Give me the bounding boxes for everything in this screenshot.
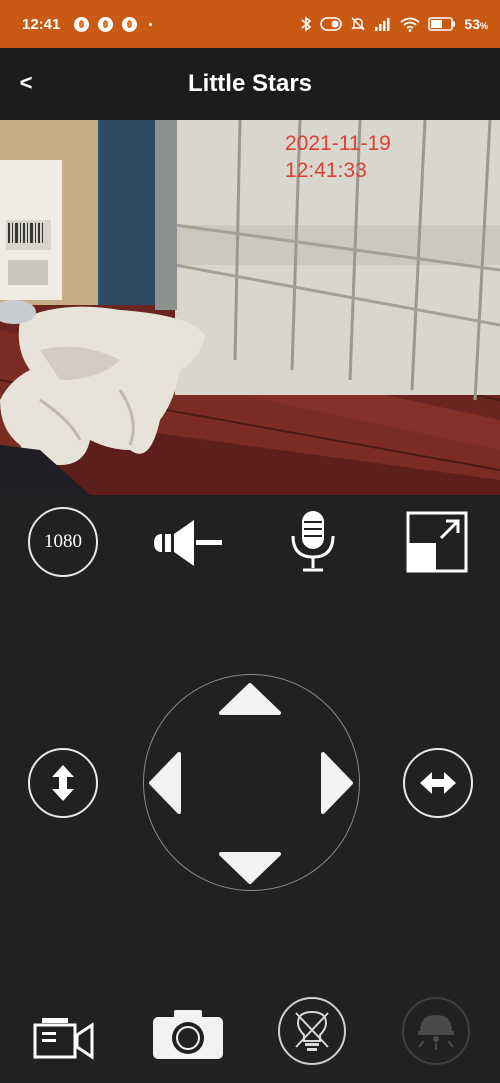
horizontal-flip-icon xyxy=(420,772,456,794)
battery-icon xyxy=(428,17,456,31)
back-button[interactable]: < xyxy=(14,70,38,96)
vertical-flip-icon xyxy=(52,765,74,801)
flame-notification-icon xyxy=(98,16,114,32)
system-icons: 53% xyxy=(300,16,488,32)
more-notifications-dot xyxy=(149,22,153,26)
toggle-icon xyxy=(320,17,343,31)
horizontal-flip-button[interactable] xyxy=(403,748,473,818)
record-video-button[interactable] xyxy=(33,1015,95,1061)
light-off-button[interactable] xyxy=(278,997,346,1065)
timestamp-time: 12:41:33 xyxy=(285,159,367,182)
flame-notification-icon xyxy=(74,16,90,32)
speaker-icon xyxy=(154,520,222,566)
timestamp-date: 2021-11-19 xyxy=(285,132,391,155)
speaker-button[interactable] xyxy=(150,518,226,568)
night-light-icon xyxy=(418,1015,454,1050)
vertical-flip-button[interactable] xyxy=(28,748,98,818)
fullscreen-button[interactable] xyxy=(406,511,468,573)
arrow-right-icon[interactable] xyxy=(321,752,353,814)
bluetooth-icon xyxy=(301,16,312,32)
resolution-label: 1080 xyxy=(44,531,82,552)
arrow-up-icon[interactable] xyxy=(219,683,281,715)
record-video-icon xyxy=(33,1018,94,1060)
battery-percent: 53% xyxy=(464,16,488,32)
light-off-icon xyxy=(295,1010,329,1051)
signal-icon xyxy=(375,18,390,31)
fullscreen-icon xyxy=(406,511,468,573)
night-light-button[interactable] xyxy=(402,997,470,1065)
microphone-button[interactable] xyxy=(288,510,338,574)
status-bar: 12:41 53% xyxy=(0,0,500,48)
title-bar: < Little Stars xyxy=(0,48,500,120)
wifi-icon xyxy=(400,17,420,32)
notification-icons xyxy=(74,16,138,32)
page-title: Little Stars xyxy=(187,70,313,97)
arrow-down-icon[interactable] xyxy=(219,852,281,884)
flame-notification-icon xyxy=(122,16,138,32)
mute-icon xyxy=(351,17,366,31)
camera-snapshot-icon xyxy=(153,1010,223,1059)
resolution-button[interactable]: 1080 xyxy=(28,507,98,577)
camera-image xyxy=(0,120,500,495)
ptz-direction-pad xyxy=(143,674,360,891)
camera-video-feed[interactable]: 2021-11-19 12:41:33 xyxy=(0,120,500,495)
video-timestamp: 2021-11-19 12:41:33 xyxy=(285,130,391,184)
arrow-left-icon[interactable] xyxy=(149,752,181,814)
snapshot-button[interactable] xyxy=(152,1008,224,1060)
microphone-icon xyxy=(291,511,335,572)
status-time: 12:41 xyxy=(22,15,61,33)
